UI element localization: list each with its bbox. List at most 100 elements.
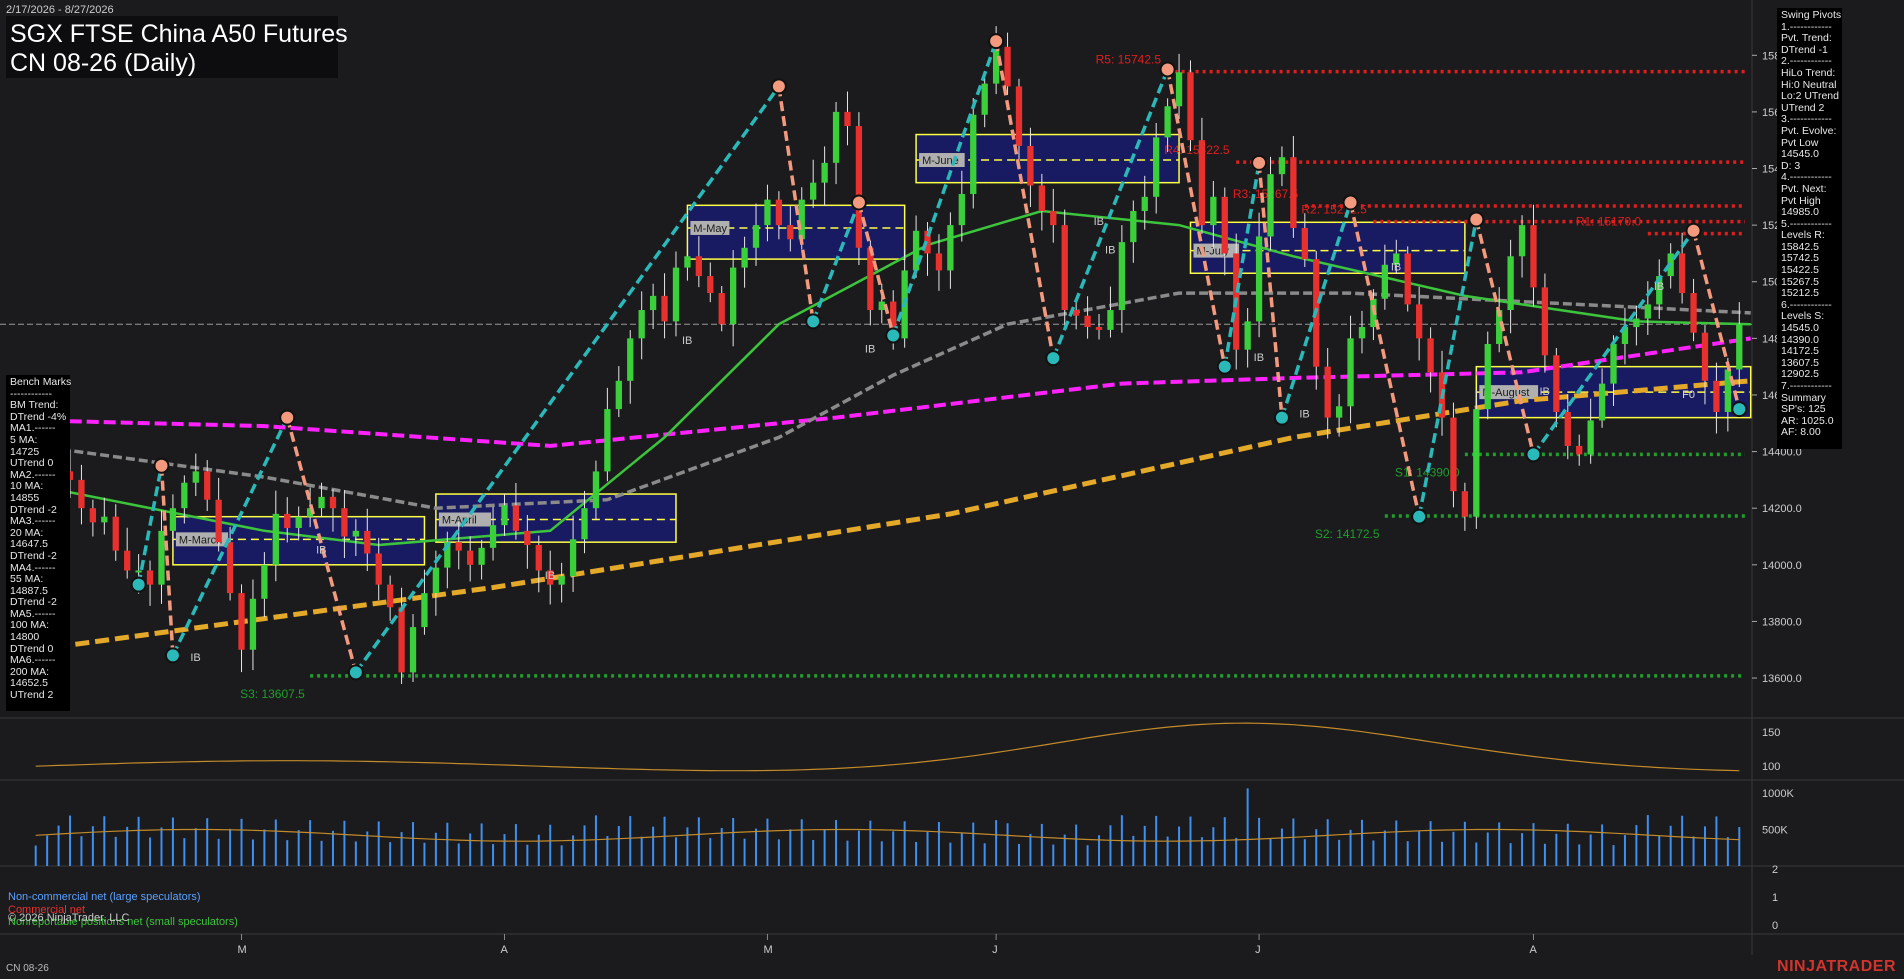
candle-body bbox=[146, 570, 154, 585]
bench-panel-line: DTrend -2 bbox=[10, 549, 57, 562]
candle-body bbox=[387, 584, 394, 608]
support-label: S3: 13607.5 bbox=[240, 687, 305, 701]
candle-body bbox=[1050, 210, 1057, 226]
oscillator-line bbox=[35, 722, 1740, 772]
candle-body bbox=[1027, 145, 1034, 186]
candle-body bbox=[1713, 380, 1720, 412]
candle-body bbox=[478, 547, 485, 565]
candle-body bbox=[1507, 256, 1514, 311]
resistance-label: R3: 15267.5 bbox=[1233, 187, 1299, 201]
candle-body bbox=[1061, 225, 1068, 311]
candle-body bbox=[1598, 383, 1606, 421]
candle-body bbox=[112, 516, 119, 551]
ib-annotation: IB bbox=[545, 570, 555, 582]
month-tick-label: J bbox=[1255, 944, 1261, 956]
ib-annotation: IB bbox=[316, 544, 326, 556]
candle-body bbox=[421, 593, 428, 628]
candle-body bbox=[615, 380, 622, 410]
bench-panel-line: Bench Marks bbox=[10, 376, 72, 388]
candle-body bbox=[135, 570, 142, 573]
bench-panel-line: 14855 bbox=[10, 491, 40, 504]
swing-panel-line: Pvt. Next: bbox=[1781, 182, 1827, 195]
candle-body bbox=[1690, 293, 1697, 333]
swing-pivot-marker bbox=[1468, 211, 1485, 228]
candle-body bbox=[1473, 409, 1480, 517]
volume-ma-line bbox=[35, 828, 1740, 842]
swing-pivot-marker bbox=[850, 194, 867, 211]
candle-body bbox=[1221, 196, 1228, 254]
candle-body bbox=[1038, 185, 1045, 211]
resistance-label: R1: 15170.0 bbox=[1576, 215, 1642, 229]
candle-body bbox=[810, 182, 817, 200]
candle-body bbox=[1724, 369, 1731, 412]
swing-pivot-marker bbox=[1159, 61, 1176, 78]
candle-body bbox=[775, 199, 783, 226]
candle-body bbox=[1484, 344, 1491, 410]
ib-annotation: IB bbox=[682, 335, 692, 347]
candle-body bbox=[249, 598, 257, 650]
candle-body bbox=[981, 83, 988, 115]
candle-body bbox=[409, 627, 417, 673]
candle-body bbox=[192, 471, 199, 483]
candle-body bbox=[1404, 253, 1411, 305]
swing-pivot-marker bbox=[164, 647, 181, 664]
price-tick-label: 14000.0 bbox=[1762, 560, 1802, 572]
candle-body bbox=[1587, 420, 1594, 455]
candle-body bbox=[341, 508, 348, 537]
swing-panel-line: 14985.0 bbox=[1781, 206, 1819, 219]
candle-body bbox=[695, 256, 702, 277]
candle-body bbox=[1244, 321, 1251, 350]
month-tick-label: J bbox=[992, 944, 998, 956]
candle-body bbox=[226, 542, 234, 594]
candle-body bbox=[752, 225, 760, 248]
volume-tick-label: 500K bbox=[1762, 824, 1788, 836]
chart-title: SGX FTSE China A50 Futures bbox=[10, 20, 348, 48]
swing-pivot-marker bbox=[130, 576, 147, 593]
candle-body bbox=[1278, 157, 1286, 175]
candle-body bbox=[958, 193, 965, 226]
swing-pivot-marker bbox=[1251, 154, 1268, 171]
bench-panel-line: 5 MA: bbox=[10, 433, 38, 446]
f0-annotation: F0 bbox=[1682, 389, 1695, 401]
candle-body bbox=[1553, 355, 1560, 412]
swing-panel-line: HiLo Trend: bbox=[1781, 66, 1836, 79]
candle-body bbox=[272, 513, 279, 565]
month-tick-label: A bbox=[500, 944, 508, 956]
candle-body bbox=[1255, 236, 1263, 322]
candle-body bbox=[1358, 327, 1366, 339]
volume-tick-label: 1000K bbox=[1762, 788, 1794, 800]
oscillator-tick-label: 100 bbox=[1762, 761, 1780, 773]
swing-panel-line: AF: 8.00 bbox=[1781, 426, 1821, 439]
candle-body bbox=[741, 247, 748, 268]
candle-body bbox=[798, 199, 805, 240]
swing-pivot-marker bbox=[1045, 350, 1062, 367]
candle-body bbox=[364, 530, 371, 554]
candle-body bbox=[684, 256, 691, 268]
swing-pivot-marker bbox=[1685, 222, 1702, 239]
price-chart[interactable]: 13600.013800.014000.014200.014400.014600… bbox=[0, 0, 1904, 979]
swing-pivot-marker bbox=[347, 664, 364, 681]
cot-tick-label: 0 bbox=[1772, 920, 1778, 932]
candle-body bbox=[1107, 310, 1114, 330]
candle-body bbox=[1564, 411, 1571, 446]
candle-body bbox=[661, 295, 668, 322]
candle-body bbox=[1736, 324, 1743, 370]
swing-pivot-marker bbox=[1216, 358, 1233, 375]
candle-body bbox=[1118, 242, 1126, 311]
candle-body bbox=[238, 593, 245, 650]
swing-pivot-marker bbox=[1411, 508, 1428, 525]
candle-body bbox=[1267, 174, 1274, 237]
candle-body bbox=[1210, 196, 1217, 226]
candle-body bbox=[295, 516, 302, 529]
candle-body bbox=[1335, 406, 1343, 418]
swing-pivot-marker bbox=[1525, 446, 1542, 463]
candle-body bbox=[592, 471, 600, 509]
candle-body bbox=[78, 479, 85, 509]
candle-body bbox=[855, 126, 863, 248]
candle-body bbox=[1073, 310, 1080, 316]
ib-annotation: IB bbox=[1391, 261, 1401, 273]
candle-body bbox=[935, 253, 943, 271]
swing-panel-line: Pvt. Evolve: bbox=[1781, 124, 1837, 137]
monthly-box-label: M-May bbox=[693, 223, 727, 235]
candle-body bbox=[124, 550, 131, 571]
